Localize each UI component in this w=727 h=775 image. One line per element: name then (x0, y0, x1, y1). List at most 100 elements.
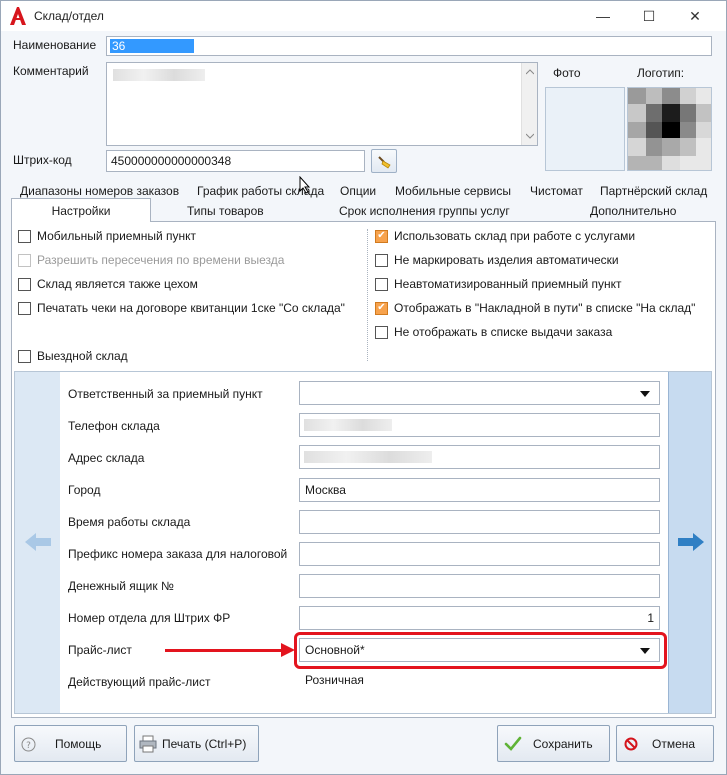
address-redacted-text (304, 451, 432, 463)
cancel-button[interactable]: Отмена (616, 725, 714, 762)
checkbox-allow-overlap: Разрешить пересечения по времени выезда (18, 253, 284, 267)
close-button[interactable]: ✕ (672, 1, 718, 31)
checkmark-icon[interactable]: ✔ (375, 301, 388, 315)
checkbox-box[interactable] (375, 325, 388, 339)
title-bar: Склад/отдел — ☐ ✕ (1, 1, 726, 31)
name-input[interactable]: 36 (106, 36, 712, 56)
tab-order-ranges[interactable]: Диапазоны номеров заказов (20, 184, 179, 198)
prefix-input[interactable] (299, 542, 660, 566)
checkbox-label: Неавтоматизированный приемный пункт (394, 277, 622, 291)
hours-input[interactable] (299, 510, 660, 534)
help-button-label: Помощь (55, 737, 102, 751)
checkbox-box[interactable] (18, 277, 31, 291)
previous-button[interactable] (15, 372, 60, 713)
checkbox-box (18, 253, 31, 267)
responsible-label: Ответственный за приемный пункт (68, 387, 263, 401)
checkbox-label: Печатать чеки на договоре квитанции 1ске… (37, 301, 345, 315)
hours-label: Время работы склада (68, 515, 191, 529)
tab-chistomat[interactable]: Чистомат (530, 184, 583, 198)
checkbox-hide-in-issue-list[interactable]: Не отображать в списке выдачи заказа (375, 325, 612, 339)
address-input[interactable] (299, 445, 660, 469)
print-button-label: Печать (Ctrl+P) (162, 737, 247, 751)
cancel-button-label: Отмена (652, 737, 696, 751)
tab-partner-warehouse[interactable]: Партнёрский склад (600, 184, 707, 198)
checkbox-label: Выездной склад (37, 349, 128, 363)
comment-scrollbar[interactable] (521, 63, 537, 145)
checkbox-label: Не маркировать изделия автоматически (394, 253, 619, 267)
checkmark-icon[interactable]: ✔ (375, 229, 388, 243)
annotation-arrow-line (165, 649, 285, 652)
checkbox-label: Разрешить пересечения по времени выезда (37, 253, 285, 267)
generate-barcode-button[interactable] (371, 149, 397, 173)
print-button[interactable]: Печать (Ctrl+P) (134, 725, 259, 762)
minimize-button[interactable]: — (580, 1, 626, 31)
tab-mobile-services[interactable]: Мобильные сервисы (395, 184, 511, 198)
dept-input[interactable]: 1 (299, 606, 660, 630)
responsible-select[interactable] (299, 381, 660, 405)
tab-service-deadlines[interactable]: Срок исполнения группы услуг (339, 204, 510, 218)
comment-textarea[interactable] (106, 62, 538, 146)
city-label: Город (68, 483, 101, 497)
pricelist-label: Прайс-лист (68, 643, 132, 657)
checkbox-box[interactable] (18, 229, 31, 243)
logo-label: Логотип: (637, 66, 685, 80)
save-button-label: Сохранить (533, 737, 593, 751)
barcode-input[interactable]: 450000000000000348 (106, 150, 365, 172)
photo-box[interactable] (545, 87, 625, 171)
svg-text:?: ? (26, 741, 31, 751)
checkbox-also-workshop[interactable]: Склад является также цехом (18, 277, 198, 291)
help-icon: ? (21, 737, 36, 752)
annotation-highlight (294, 632, 667, 669)
arrow-right-icon (678, 533, 704, 551)
checkbox-label: Не отображать в списке выдачи заказа (394, 325, 613, 339)
help-button[interactable]: ? Помощь (14, 725, 127, 762)
brush-icon (378, 156, 391, 169)
annotation-arrow-icon (281, 643, 295, 657)
tab-options[interactable]: Опции (340, 184, 376, 198)
comment-label: Комментарий (13, 64, 89, 78)
maximize-button[interactable]: ☐ (626, 1, 672, 31)
checkbox-non-automated[interactable]: Неавтоматизированный приемный пункт (375, 277, 622, 291)
tab-additional[interactable]: Дополнительно (590, 204, 676, 218)
city-input[interactable]: Москва (299, 478, 660, 502)
checkbox-label: Использовать склад при работе с услугами (394, 229, 636, 243)
checkbox-no-auto-marking[interactable]: Не маркировать изделия автоматически (375, 253, 619, 267)
phone-label: Телефон склада (68, 419, 160, 433)
printer-icon (139, 735, 157, 753)
phone-redacted-text (304, 419, 392, 431)
checkbox-show-in-transit[interactable]: ✔ Отображать в "Накладной в пути" в спис… (375, 301, 695, 315)
checkbox-label: Склад является также цехом (37, 277, 198, 291)
checkbox-box[interactable] (375, 277, 388, 291)
name-value: 36 (110, 39, 195, 53)
checkbox-mobile-warehouse[interactable]: Выездной склад (18, 349, 128, 363)
photo-label: Фото (553, 66, 581, 80)
logo-image[interactable] (627, 87, 712, 171)
checkbox-print-receipts[interactable]: Печатать чеки на договоре квитанции 1ске… (18, 301, 345, 315)
address-label: Адрес склада (68, 451, 145, 465)
checkbox-label: Мобильный приемный пункт (37, 229, 197, 243)
checkbox-box[interactable] (18, 301, 31, 315)
checkbox-box[interactable] (18, 349, 31, 363)
next-button[interactable] (668, 372, 711, 713)
checkbox-use-with-services[interactable]: ✔ Использовать склад при работе с услуга… (375, 229, 635, 243)
scroll-up-icon[interactable] (526, 69, 534, 75)
save-button[interactable]: Сохранить (497, 725, 610, 762)
checkbox-box[interactable] (375, 253, 388, 267)
tab-product-types[interactable]: Типы товаров (187, 204, 264, 218)
active-pricelist-value: Розничная (305, 673, 364, 687)
phone-input[interactable] (299, 413, 660, 437)
app-logo-icon (8, 6, 28, 26)
checkmark-icon (504, 736, 522, 751)
cashbox-label: Денежный ящик № (68, 579, 174, 593)
mouse-cursor-icon (299, 176, 311, 194)
checkbox-label: Отображать в "Накладной в пути" в списке… (394, 301, 696, 315)
comment-redacted-text (113, 69, 205, 81)
prefix-label: Префикс номера заказа для налоговой (68, 547, 288, 561)
chevron-down-icon (640, 391, 650, 397)
active-pricelist-label: Действующий прайс-лист (68, 675, 211, 689)
scroll-down-icon[interactable] (526, 133, 534, 139)
checkbox-mobile-reception[interactable]: Мобильный приемный пункт (18, 229, 196, 243)
tab-settings[interactable]: Настройки (11, 198, 151, 222)
cashbox-input[interactable] (299, 574, 660, 598)
column-divider (367, 229, 368, 361)
